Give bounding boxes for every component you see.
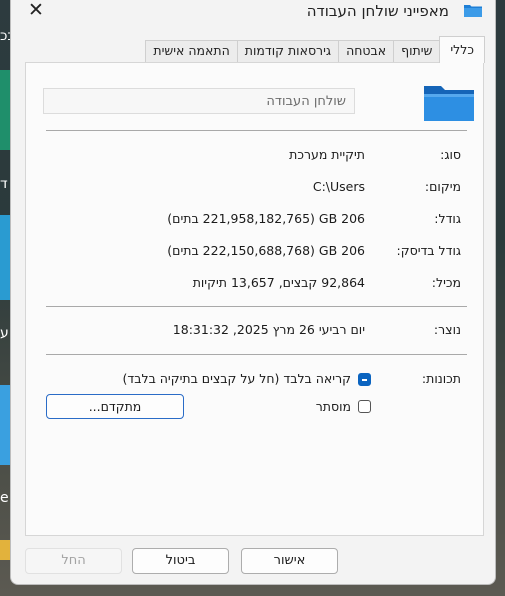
size-on-disk-value: 206 GB (222,150,688,768 בתים) — [167, 243, 365, 258]
size-value: 206 GB (221,958,182,765 בתים) — [167, 211, 365, 226]
hidden-checkbox[interactable] — [358, 400, 371, 413]
folder-large-icon — [424, 86, 474, 121]
location-label: מיקום: — [424, 179, 461, 194]
tab-security[interactable]: אבטחה — [338, 40, 395, 62]
tab-bar: כללי שיתוף אבטחה גירסאות קודמות התאמה אי… — [145, 36, 485, 63]
size-label: גודל: — [434, 211, 461, 226]
separator — [46, 354, 467, 355]
properties-dialog: ✕ מאפייני שולחן העבודה כללי שיתוף אבטחה … — [10, 0, 496, 585]
advanced-button[interactable]: מתקדם... — [46, 394, 184, 419]
tab-general[interactable]: כללי — [439, 36, 485, 63]
tab-customize[interactable]: התאמה אישית — [145, 40, 238, 62]
ok-button[interactable]: אישור — [241, 548, 338, 574]
title-bar: ✕ מאפייני שולחן העבודה — [11, 0, 495, 24]
tab-sharing[interactable]: שיתוף — [393, 40, 441, 62]
apply-button[interactable]: החל — [25, 548, 122, 574]
hidden-checkbox-label: מוסתר — [315, 399, 351, 414]
folder-name-field[interactable] — [43, 88, 355, 114]
type-label: סוג: — [440, 147, 461, 162]
attributes-label: תכונות: — [421, 371, 461, 386]
created-value: יום רביעי 26 מרץ 2025, 18:31:32 — [172, 322, 365, 337]
contains-label: מכיל: — [431, 275, 461, 290]
tab-previous-versions[interactable]: גירסאות קודמות — [236, 40, 340, 62]
created-label: נוצר: — [433, 322, 461, 337]
window-title: מאפייני שולחן העבודה — [306, 2, 449, 20]
folder-icon — [464, 5, 482, 17]
size-on-disk-label: גודל בדיסק: — [396, 243, 462, 258]
type-value: תיקיית מערכת — [289, 147, 365, 162]
general-panel: סוג: תיקיית מערכת מיקום: C:\Users גודל: … — [25, 62, 484, 536]
contains-value: 92,864 קבצים, 13,657 תיקיות — [192, 275, 365, 290]
close-button[interactable]: ✕ — [23, 0, 49, 22]
separator — [46, 130, 467, 131]
cancel-button[interactable]: ביטול — [132, 548, 229, 574]
separator — [46, 306, 467, 307]
readonly-checkbox[interactable] — [358, 373, 371, 386]
readonly-checkbox-label: קריאה בלבד (חל על קבצים בתיקיה בלבד) — [122, 371, 351, 386]
location-value: C:\Users — [312, 179, 365, 194]
